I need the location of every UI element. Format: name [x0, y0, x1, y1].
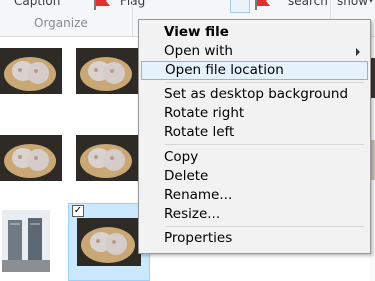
- menu-item-rename[interactable]: Rename...: [141, 186, 366, 205]
- photo-thumbnail[interactable]: [0, 48, 62, 94]
- search-button-label[interactable]: search: [288, 0, 328, 8]
- menu-item-resize[interactable]: Resize...: [141, 205, 366, 224]
- menu-separator: [165, 82, 364, 83]
- show-dropdown-chevron-icon[interactable]: ▾: [368, 0, 374, 6]
- photo-image: [76, 135, 138, 181]
- context-menu: View file Open with Open file location S…: [138, 19, 371, 254]
- ribbon-divider: [132, 0, 133, 36]
- show-button-label[interactable]: show: [337, 0, 368, 8]
- photo-image: [76, 48, 138, 94]
- search-flag-icon[interactable]: [252, 0, 278, 10]
- menu-separator: [165, 226, 364, 227]
- organize-group-label: Organize: [34, 16, 88, 30]
- photo-thumbnail[interactable]: [76, 135, 138, 181]
- submenu-arrow-icon: [356, 48, 360, 56]
- photo-image: [2, 210, 50, 272]
- menu-item-view-file[interactable]: View file: [141, 23, 366, 42]
- photo-thumbnail[interactable]: [0, 135, 62, 181]
- caption-button-label[interactable]: Caption: [14, 0, 60, 8]
- menu-item-copy[interactable]: Copy: [141, 148, 366, 167]
- menu-item-open-with[interactable]: Open with: [141, 42, 366, 61]
- photo-thumbnail[interactable]: [2, 210, 50, 272]
- menu-separator: [165, 144, 364, 145]
- menu-item-rotate-right[interactable]: Rotate right: [141, 104, 366, 123]
- photo-image: [0, 48, 62, 94]
- flag-icon[interactable]: [92, 0, 116, 10]
- ribbon-dropdown-button[interactable]: [230, 0, 250, 13]
- menu-item-open-file-location[interactable]: Open file location: [141, 61, 368, 80]
- menu-item-delete[interactable]: Delete: [141, 167, 366, 186]
- photo-image: [0, 135, 62, 181]
- menu-item-properties[interactable]: Properties: [141, 229, 366, 248]
- menu-item-set-desktop-background[interactable]: Set as desktop background: [141, 85, 366, 104]
- selection-checkbox[interactable]: ✓: [72, 205, 84, 217]
- menu-item-rotate-left[interactable]: Rotate left: [141, 123, 366, 142]
- photo-thumbnail[interactable]: [76, 48, 138, 94]
- photo-image: [77, 218, 141, 266]
